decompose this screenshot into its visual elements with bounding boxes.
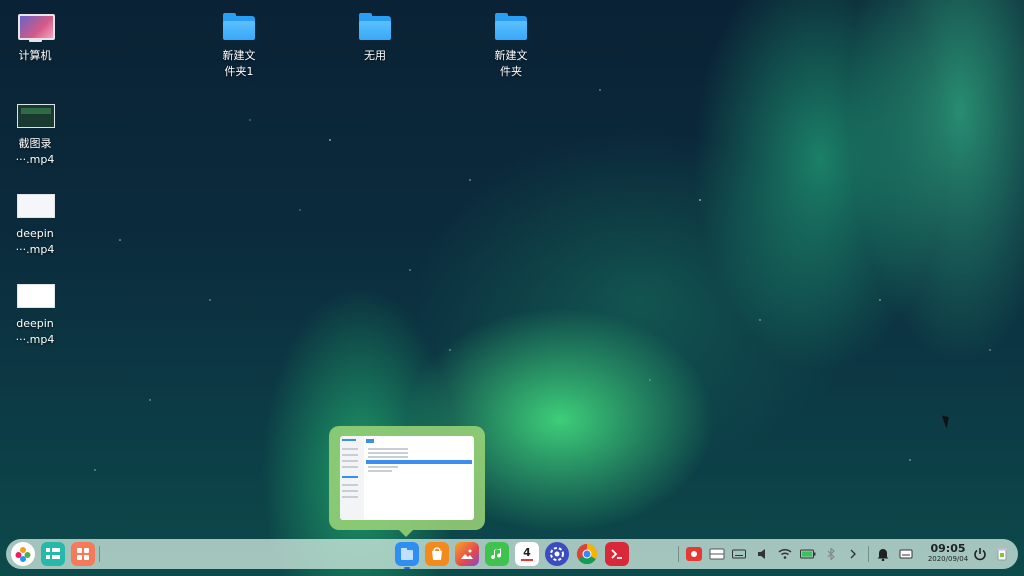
launcher-icon <box>15 547 31 562</box>
desktop-icon-deepin-video-2[interactable]: deepin ···.mp4 <box>0 280 70 348</box>
notification-bell-tray[interactable] <box>876 547 890 561</box>
notification-bell-icon <box>877 548 889 561</box>
desktop-icon-label: deepin <box>16 317 54 330</box>
app-store-icon <box>432 547 442 560</box>
desktop-icon-label: 新建文 <box>222 49 256 62</box>
expand-tray-button[interactable] <box>846 547 860 561</box>
bluetooth-icon <box>827 548 835 560</box>
calendar-button[interactable]: 4 <box>515 542 539 566</box>
calendar-day: 4 <box>523 546 531 559</box>
desktop-icon-screen-recording[interactable]: 截图录 ···.mp4 <box>0 100 70 168</box>
terminal-icon <box>611 549 622 559</box>
folder-icon <box>493 12 529 42</box>
show-desktop-icon <box>77 548 89 560</box>
power-icon <box>974 548 986 561</box>
desktop-icon-label: 计算机 <box>18 49 52 62</box>
desktop-icon-label-2: ···.mp4 <box>15 333 55 346</box>
video-file-icon <box>17 190 55 220</box>
keyboard-tray[interactable] <box>732 547 746 561</box>
desktop-icon-label-2: ···.mp4 <box>15 243 55 256</box>
running-indicator <box>404 567 410 569</box>
video-file-icon <box>17 100 55 130</box>
star-field <box>94 59 991 471</box>
trash-icon <box>997 548 1007 561</box>
control-center-button[interactable] <box>545 542 569 566</box>
calendar-icon <box>521 559 533 561</box>
video-file-icon <box>17 280 55 310</box>
screen-recorder-icon <box>691 551 697 557</box>
file-manager-icon <box>401 548 413 560</box>
volume-icon <box>758 549 765 559</box>
file-manager-button[interactable] <box>395 542 419 569</box>
multitask-view-button[interactable] <box>41 542 65 566</box>
battery-icon <box>800 549 816 559</box>
computer-icon <box>17 12 55 42</box>
battery-tray[interactable] <box>800 547 816 561</box>
screenshot-tray[interactable] <box>709 547 725 561</box>
power-button[interactable] <box>972 547 988 561</box>
mouse-cursor <box>941 413 953 429</box>
desktop-icon-new-folder-1[interactable]: 新建文 件夹1 <box>204 12 274 80</box>
chrome-button[interactable] <box>575 542 599 566</box>
window-preview-popup[interactable] <box>329 426 485 537</box>
keyboard-icon <box>732 549 746 559</box>
wifi-tray[interactable] <box>778 547 792 561</box>
desktop-icon-label-2: 件夹1 <box>224 65 254 78</box>
folder-icon <box>357 12 393 42</box>
dock: 4 09:05 2020/09/04 <box>6 539 1018 569</box>
desktop-icon-new-folder[interactable]: 新建文 件夹 <box>476 12 546 80</box>
terminal-button[interactable] <box>605 542 629 566</box>
image-viewer-button[interactable] <box>455 542 479 566</box>
music-button[interactable] <box>485 542 509 566</box>
desktop-icon-useless-folder[interactable]: 无用 <box>340 12 410 64</box>
desktop-icon-label: 截图录 <box>18 137 52 150</box>
desktop-icon-label-2: 件夹 <box>500 65 522 78</box>
clock-time[interactable]: 09:05 <box>922 542 974 555</box>
folder-icon <box>221 12 257 42</box>
app-store-button[interactable] <box>425 542 449 566</box>
dock-separator <box>99 546 100 562</box>
desktop-icon-computer[interactable]: 计算机 <box>0 12 70 64</box>
desktop-icon-label: 新建文 <box>494 49 528 62</box>
notification-center-icon <box>899 549 913 559</box>
notification-center-tray[interactable] <box>898 547 914 561</box>
music-icon <box>491 548 502 560</box>
chrome-icon <box>576 543 598 565</box>
dock-separator <box>868 546 869 562</box>
desktop-icon-label-2: ···.mp4 <box>15 153 55 166</box>
screen-recorder-tray[interactable] <box>686 547 702 561</box>
multitask-view-icon <box>46 548 60 559</box>
trash-button[interactable] <box>994 547 1010 561</box>
desktop-icon-label: deepin <box>16 227 54 240</box>
volume-tray[interactable] <box>756 547 770 561</box>
bluetooth-tray[interactable] <box>824 547 838 561</box>
screenshot-icon <box>709 548 725 560</box>
file-manager-preview-thumbnail[interactable] <box>340 436 474 520</box>
desktop-icon-label: 无用 <box>364 49 386 62</box>
wifi-icon <box>778 548 792 559</box>
expand-tray-icon <box>850 549 856 559</box>
image-viewer-icon <box>461 549 473 559</box>
show-desktop-button[interactable] <box>71 542 95 566</box>
desktop-icon-deepin-video-1[interactable]: deepin ···.mp4 <box>0 190 70 258</box>
clock-date[interactable]: 2020/09/04 <box>922 555 974 563</box>
control-center-icon <box>550 547 564 561</box>
launcher-button[interactable] <box>11 542 35 566</box>
dock-separator <box>678 546 679 562</box>
